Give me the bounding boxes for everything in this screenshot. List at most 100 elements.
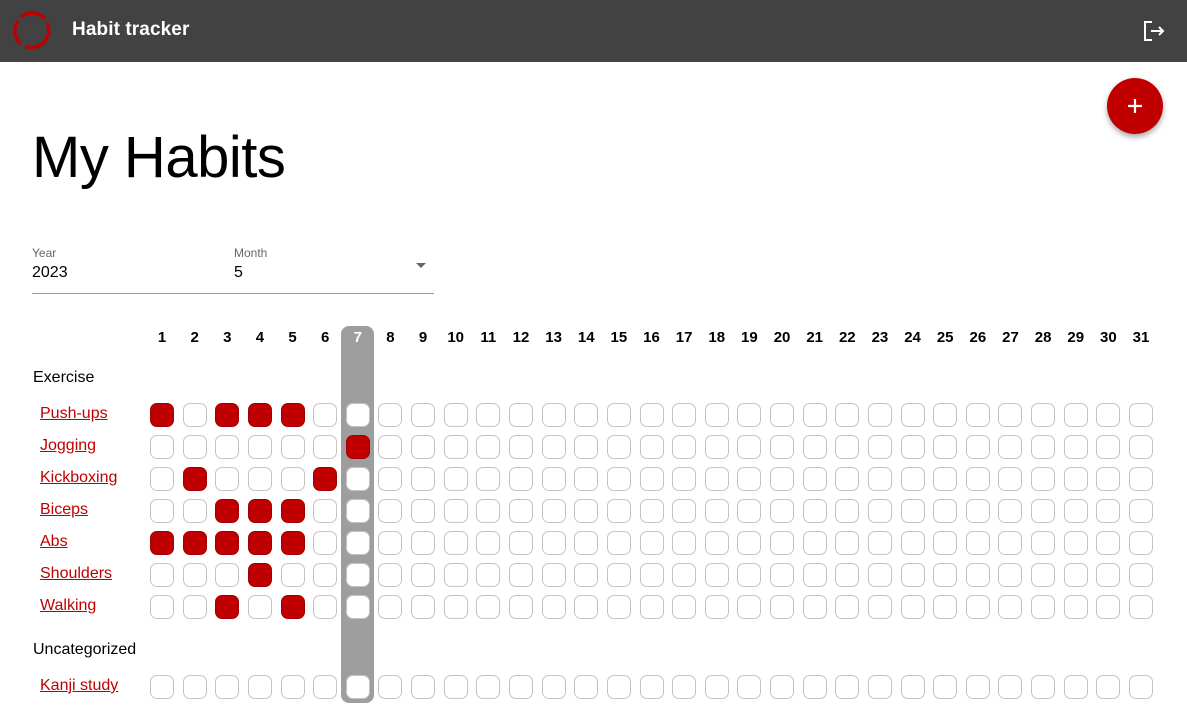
day-checkbox[interactable]	[672, 467, 697, 491]
day-checkbox[interactable]	[1031, 435, 1056, 459]
day-checkbox[interactable]	[541, 435, 566, 459]
day-checkbox[interactable]	[215, 435, 240, 459]
day-checkbox[interactable]	[1063, 435, 1088, 459]
day-checkbox[interactable]	[508, 563, 533, 587]
day-checkbox[interactable]	[313, 675, 338, 699]
day-checkbox[interactable]	[770, 435, 795, 459]
day-checkbox[interactable]	[574, 563, 599, 587]
day-checkbox[interactable]	[1129, 435, 1153, 459]
day-checkbox[interactable]	[770, 403, 795, 427]
day-checkbox[interactable]	[802, 531, 827, 555]
year-value[interactable]: 2023	[32, 264, 68, 282]
day-checkbox[interactable]	[802, 595, 827, 619]
day-checkbox[interactable]	[770, 531, 795, 555]
day-checkbox[interactable]	[508, 403, 533, 427]
chevron-down-icon[interactable]	[416, 263, 426, 268]
day-checkbox[interactable]	[933, 435, 958, 459]
day-checkbox[interactable]	[345, 675, 370, 699]
day-checkbox[interactable]	[998, 563, 1023, 587]
day-checkbox[interactable]	[737, 595, 762, 619]
day-checkbox[interactable]	[606, 403, 631, 427]
day-checkbox[interactable]	[313, 531, 338, 555]
day-checkbox[interactable]	[411, 595, 436, 619]
day-checkbox[interactable]	[998, 467, 1023, 491]
day-checkbox[interactable]	[378, 675, 403, 699]
day-checkbox[interactable]	[247, 595, 272, 619]
day-checkbox[interactable]	[639, 467, 664, 491]
day-checkbox[interactable]	[770, 595, 795, 619]
day-checkbox[interactable]	[541, 595, 566, 619]
day-checkbox[interactable]	[639, 563, 664, 587]
day-checkbox[interactable]	[933, 499, 958, 523]
add-habit-button[interactable]	[1107, 78, 1163, 134]
day-checkbox[interactable]	[215, 467, 240, 491]
day-checkbox[interactable]	[150, 467, 174, 491]
day-checkbox[interactable]	[443, 499, 468, 523]
day-checkbox[interactable]	[247, 467, 272, 491]
day-checkbox[interactable]	[411, 403, 436, 427]
day-checkbox[interactable]	[835, 499, 860, 523]
day-checkbox[interactable]	[541, 675, 566, 699]
day-checkbox[interactable]	[672, 499, 697, 523]
month-select[interactable]: Month 5	[234, 246, 267, 282]
day-checkbox[interactable]	[737, 499, 762, 523]
day-checkbox[interactable]	[639, 595, 664, 619]
day-checkbox[interactable]	[965, 467, 990, 491]
day-checkbox[interactable]	[411, 467, 436, 491]
day-checkbox-checked[interactable]	[182, 467, 207, 491]
day-checkbox[interactable]	[998, 403, 1023, 427]
day-checkbox[interactable]	[411, 563, 436, 587]
day-checkbox[interactable]	[411, 531, 436, 555]
day-checkbox[interactable]	[345, 531, 370, 555]
day-checkbox[interactable]	[574, 531, 599, 555]
day-checkbox[interactable]	[1096, 531, 1121, 555]
day-checkbox[interactable]	[704, 467, 729, 491]
day-checkbox[interactable]	[1129, 531, 1153, 555]
habit-link[interactable]: Push-ups	[40, 405, 108, 423]
day-checkbox[interactable]	[313, 563, 338, 587]
day-checkbox[interactable]	[704, 675, 729, 699]
day-checkbox[interactable]	[606, 499, 631, 523]
habit-link[interactable]: Jogging	[40, 437, 96, 455]
day-checkbox[interactable]	[704, 595, 729, 619]
day-checkbox[interactable]	[345, 499, 370, 523]
day-checkbox[interactable]	[476, 499, 501, 523]
day-checkbox[interactable]	[574, 675, 599, 699]
day-checkbox[interactable]	[1063, 403, 1088, 427]
day-checkbox[interactable]	[1096, 403, 1121, 427]
day-checkbox[interactable]	[1031, 563, 1056, 587]
day-checkbox[interactable]	[867, 435, 892, 459]
day-checkbox[interactable]	[1031, 531, 1056, 555]
day-checkbox[interactable]	[639, 435, 664, 459]
day-checkbox[interactable]	[802, 467, 827, 491]
day-checkbox[interactable]	[1096, 675, 1121, 699]
day-checkbox[interactable]	[182, 499, 207, 523]
day-checkbox[interactable]	[1031, 403, 1056, 427]
year-field[interactable]: Year 2023	[32, 246, 68, 282]
habit-link[interactable]: Kickboxing	[40, 469, 117, 487]
habit-link[interactable]: Walking	[40, 597, 96, 615]
day-checkbox[interactable]	[1063, 675, 1088, 699]
day-checkbox-checked[interactable]	[280, 499, 305, 523]
day-checkbox[interactable]	[835, 675, 860, 699]
day-checkbox[interactable]	[965, 531, 990, 555]
day-checkbox[interactable]	[867, 531, 892, 555]
day-checkbox[interactable]	[933, 467, 958, 491]
day-checkbox[interactable]	[443, 595, 468, 619]
day-checkbox[interactable]	[835, 595, 860, 619]
day-checkbox[interactable]	[1129, 403, 1153, 427]
day-checkbox[interactable]	[1096, 467, 1121, 491]
day-checkbox[interactable]	[1063, 563, 1088, 587]
day-checkbox[interactable]	[1096, 499, 1121, 523]
day-checkbox[interactable]	[508, 595, 533, 619]
day-checkbox[interactable]	[998, 499, 1023, 523]
day-checkbox[interactable]	[737, 531, 762, 555]
day-checkbox[interactable]	[1063, 467, 1088, 491]
day-checkbox[interactable]	[182, 403, 207, 427]
day-checkbox-checked[interactable]	[345, 435, 370, 459]
day-checkbox[interactable]	[1129, 675, 1153, 699]
day-checkbox[interactable]	[900, 595, 925, 619]
day-checkbox[interactable]	[1031, 595, 1056, 619]
day-checkbox[interactable]	[443, 403, 468, 427]
day-checkbox[interactable]	[933, 675, 958, 699]
